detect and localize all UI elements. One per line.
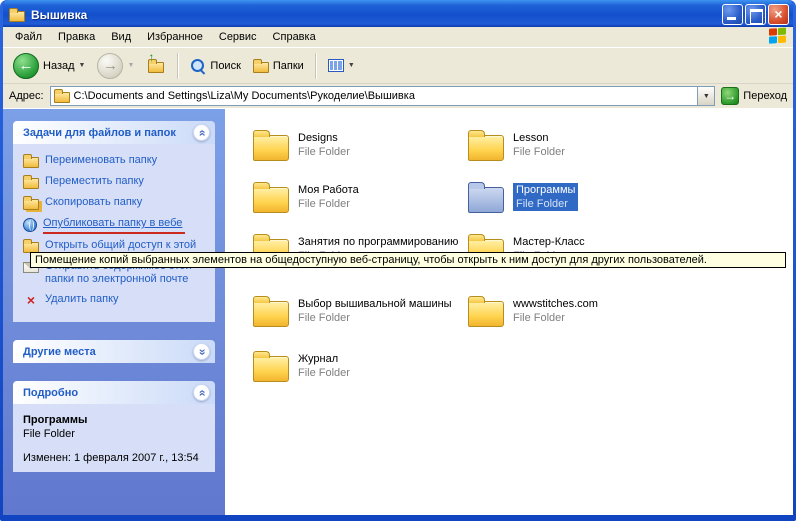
delete-icon: × xyxy=(23,293,39,307)
section-other-places: Другие места « xyxy=(13,340,215,363)
back-dropdown-icon[interactable]: ▼ xyxy=(79,62,86,69)
file-item-vybor-mashiny[interactable]: Выбор вышивальной машины File Folder xyxy=(253,297,452,327)
task-publish-folder[interactable]: Опубликовать папку в вебе xyxy=(23,217,207,232)
details-type: File Folder xyxy=(23,428,207,440)
search-button[interactable]: Поиск xyxy=(186,56,244,76)
menu-edit[interactable]: Правка xyxy=(50,28,103,46)
address-dropdown-button[interactable]: ▼ xyxy=(697,87,714,105)
menu-favorites[interactable]: Избранное xyxy=(139,28,211,46)
file-tasks-header[interactable]: Задачи для файлов и папок » xyxy=(13,121,215,144)
folders-label: Папки xyxy=(273,60,304,72)
toolbar: ← Назад ▼ → ▼ ↑ Поиск Папки xyxy=(3,48,793,84)
file-tasks-title: Задачи для файлов и папок xyxy=(23,127,176,139)
annotation-underline xyxy=(43,232,185,234)
collapse-button[interactable]: » xyxy=(193,124,210,141)
file-item-designs[interactable]: Designs File Folder xyxy=(253,131,350,161)
go-label: Переход xyxy=(743,90,787,102)
move-folder-icon xyxy=(23,178,39,189)
copy-folder-icon xyxy=(23,199,39,210)
collapse-button[interactable]: » xyxy=(193,384,210,401)
close-button[interactable]: × xyxy=(768,4,789,25)
publish-web-icon xyxy=(23,218,37,232)
search-icon xyxy=(190,58,206,74)
window-title: Вышивка xyxy=(31,8,720,22)
folder-icon xyxy=(253,356,289,382)
address-path[interactable]: C:\Documents and Settings\Liza\My Docume… xyxy=(74,90,694,102)
forward-dropdown-icon: ▼ xyxy=(127,62,134,69)
back-label: Назад xyxy=(43,60,75,72)
explorer-window: Вышивка × Файл Правка Вид Избранное Серв… xyxy=(0,0,796,521)
address-bar: Адрес: C:\Documents and Settings\Liza\My… xyxy=(3,84,793,109)
back-button[interactable]: ← Назад ▼ xyxy=(9,51,89,81)
minimize-button[interactable] xyxy=(722,4,743,25)
task-pane: Задачи для файлов и папок » Переименоват… xyxy=(3,109,225,515)
address-folder-icon xyxy=(54,92,70,103)
file-item-lesson[interactable]: Lesson File Folder xyxy=(468,131,565,161)
go-button[interactable]: → Переход xyxy=(721,87,787,105)
folder-icon xyxy=(468,135,504,161)
maximize-button[interactable] xyxy=(745,4,766,25)
rename-folder-icon xyxy=(23,157,39,168)
menu-bar: Файл Правка Вид Избранное Сервис Справка xyxy=(3,27,793,48)
back-icon: ← xyxy=(13,53,39,79)
file-item-moya-rabota[interactable]: Моя Работа File Folder xyxy=(253,183,359,213)
views-button[interactable]: ▼ xyxy=(324,57,359,74)
up-arrow-icon: ↑ xyxy=(148,50,154,64)
task-delete-folder[interactable]: × Удалить папку xyxy=(23,293,207,307)
section-file-tasks: Задачи для файлов и папок » Переименоват… xyxy=(13,121,215,322)
folder-icon-selected xyxy=(468,187,504,213)
menu-help[interactable]: Справка xyxy=(265,28,324,46)
folder-icon xyxy=(253,135,289,161)
folder-icon xyxy=(253,187,289,213)
file-tasks-body: Переименовать папку Переместить папку Ск… xyxy=(13,144,215,322)
address-label: Адрес: xyxy=(9,90,44,102)
forward-icon: → xyxy=(97,53,123,79)
toolbar-separator xyxy=(315,53,317,79)
other-places-title: Другие места xyxy=(23,346,96,358)
task-rename-folder[interactable]: Переименовать папку xyxy=(23,154,207,168)
views-dropdown-icon: ▼ xyxy=(348,62,355,69)
title-bar[interactable]: Вышивка × xyxy=(3,0,793,27)
folder-icon xyxy=(468,301,504,327)
views-icon xyxy=(328,59,344,72)
up-button[interactable]: ↑ xyxy=(144,57,168,75)
details-modified: Изменен: 1 февраля 2007 г., 13:54 xyxy=(23,452,207,464)
details-header[interactable]: Подробно » xyxy=(13,381,215,404)
file-item-programmy-selected[interactable]: Программы File Folder xyxy=(468,183,578,213)
task-move-folder[interactable]: Переместить папку xyxy=(23,175,207,189)
task-share-folder[interactable]: Открыть общий доступ к этой xyxy=(23,239,207,253)
address-combobox[interactable]: C:\Documents and Settings\Liza\My Docume… xyxy=(50,86,716,106)
folders-icon xyxy=(253,62,269,73)
menu-view[interactable]: Вид xyxy=(103,28,139,46)
window-folder-icon xyxy=(9,11,25,22)
folder-icon xyxy=(253,301,289,327)
folders-button[interactable]: Папки xyxy=(249,57,308,75)
windows-logo-icon xyxy=(769,27,789,46)
menu-tools[interactable]: Сервис xyxy=(211,28,265,46)
file-item-wwwstitches[interactable]: wwwstitches.com File Folder xyxy=(468,297,598,327)
menu-file[interactable]: Файл xyxy=(7,28,50,46)
section-details: Подробно » Программы File Folder Изменен… xyxy=(13,381,215,472)
chevron-down-icon: « xyxy=(196,348,208,355)
task-copy-folder[interactable]: Скопировать папку xyxy=(23,196,207,210)
details-title: Подробно xyxy=(23,387,78,399)
details-body: Программы File Folder Изменен: 1 февраля… xyxy=(13,404,215,472)
other-places-header[interactable]: Другие места « xyxy=(13,340,215,363)
tooltip: Помещение копий выбранных элементов на о… xyxy=(30,252,786,268)
chevron-up-icon: » xyxy=(196,129,208,136)
expand-button[interactable]: « xyxy=(193,343,210,360)
file-list-area[interactable]: Designs File Folder Lesson File Folder М… xyxy=(225,109,793,515)
toolbar-separator xyxy=(177,53,179,79)
file-item-zhurnal[interactable]: Журнал File Folder xyxy=(253,352,350,382)
forward-button[interactable]: → ▼ xyxy=(93,51,138,81)
go-icon: → xyxy=(721,87,739,105)
chevron-up-icon: » xyxy=(196,389,208,396)
search-label: Поиск xyxy=(210,60,240,72)
details-name: Программы xyxy=(23,414,207,426)
